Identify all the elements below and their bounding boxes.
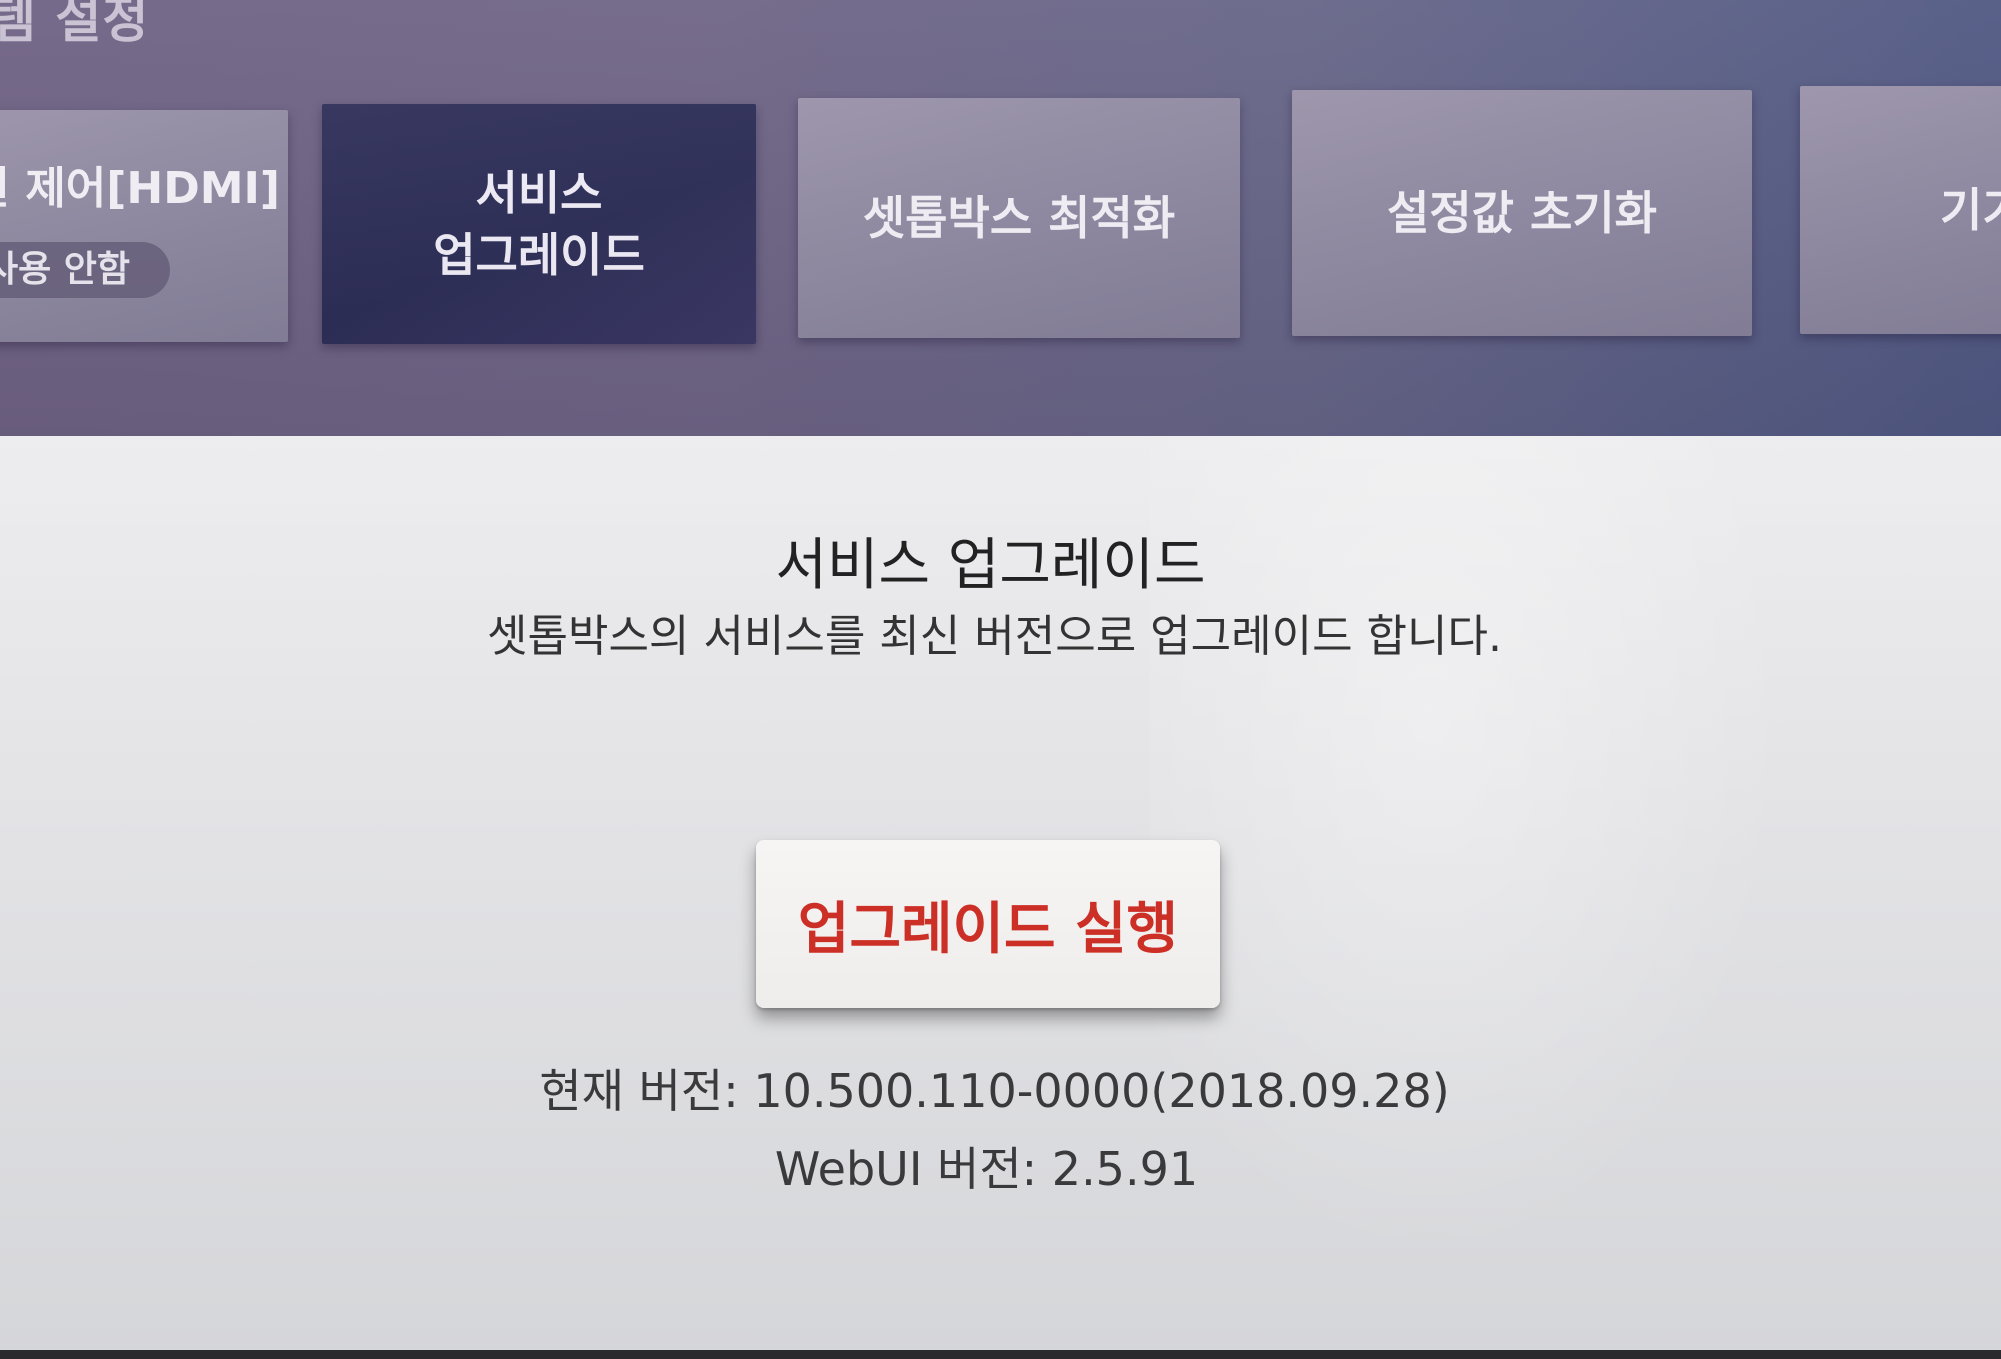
menu-card-settopbox-optimize[interactable]: 셋톱박스 최적화 [798, 98, 1240, 338]
section-description: 셋톱박스의 서비스를 최신 버전으로 업그레이드 합니다. [487, 611, 1502, 662]
screen-bezel [0, 1350, 2001, 1359]
menu-card-label: 서비스 업그레이드 [433, 166, 645, 282]
webui-version-text: WebUI 버전: 2.5.91 [774, 1142, 1199, 1196]
settings-screen: 템 설정 원 제어[HDMI] 사용 안함 서비스 업그레이드 셋톱박스 최적화… [0, 0, 2001, 1359]
menu-card-service-upgrade[interactable]: 서비스 업그레이드 [322, 104, 756, 344]
menu-card-hdmi-power-control[interactable]: 원 제어[HDMI] 사용 안함 [0, 110, 288, 342]
menu-card-label: 셋톱박스 최적화 [862, 191, 1176, 245]
menu-card-device[interactable]: 기기 [1800, 86, 2001, 334]
status-badge: 사용 안함 [0, 242, 170, 298]
menu-card-label: 기기 [1940, 183, 2001, 237]
current-version-text: 현재 버전: 10.500.110-0000(2018.09.28) [539, 1064, 1450, 1118]
menu-card-label: 원 제어[HDMI] [0, 163, 280, 214]
menu-card-settings-reset[interactable]: 설정값 초기화 [1292, 90, 1752, 336]
section-title: 서비스 업그레이드 [775, 533, 1206, 598]
menu-card-label: 설정값 초기화 [1387, 186, 1657, 240]
upgrade-run-button[interactable]: 업그레이드 실행 [756, 840, 1220, 1008]
settings-header-band: 템 설정 원 제어[HDMI] 사용 안함 서비스 업그레이드 셋톱박스 최적화… [0, 0, 2001, 436]
page-title: 템 설정 [0, 0, 150, 49]
